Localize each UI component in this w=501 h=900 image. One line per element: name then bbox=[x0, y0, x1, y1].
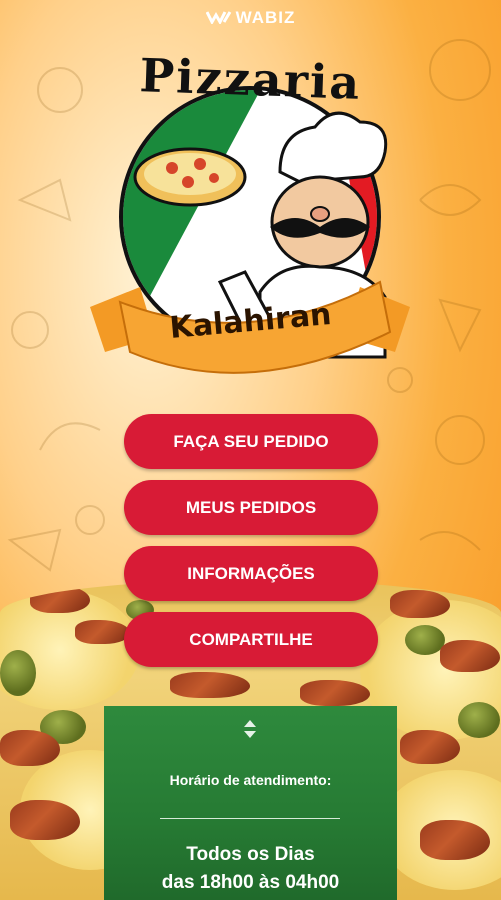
my-orders-button[interactable]: MEUS PEDIDOS bbox=[124, 480, 378, 535]
wabiz-mark-icon bbox=[205, 11, 231, 24]
share-button[interactable]: COMPARTILHE bbox=[124, 612, 378, 667]
brand-name: WABIZ bbox=[235, 8, 296, 27]
hours-divider bbox=[160, 818, 340, 819]
hours-label: Horário de atendimento: bbox=[169, 772, 332, 788]
order-button[interactable]: FAÇA SEU PEDIDO bbox=[124, 414, 378, 469]
information-button[interactable]: INFORMAÇÕES bbox=[124, 546, 378, 601]
main-menu: FAÇA SEU PEDIDO MEUS PEDIDOS INFORMAÇÕES… bbox=[124, 414, 378, 678]
hours-times: das 18h00 às 04h00 bbox=[161, 872, 340, 893]
expand-collapse-icon[interactable] bbox=[242, 718, 258, 740]
wabiz-logo: WABIZ bbox=[0, 8, 501, 28]
opening-hours-panel: Horário de atendimento: Todos os Dias da… bbox=[104, 706, 397, 900]
hours-days: Todos os Dias bbox=[186, 844, 315, 865]
